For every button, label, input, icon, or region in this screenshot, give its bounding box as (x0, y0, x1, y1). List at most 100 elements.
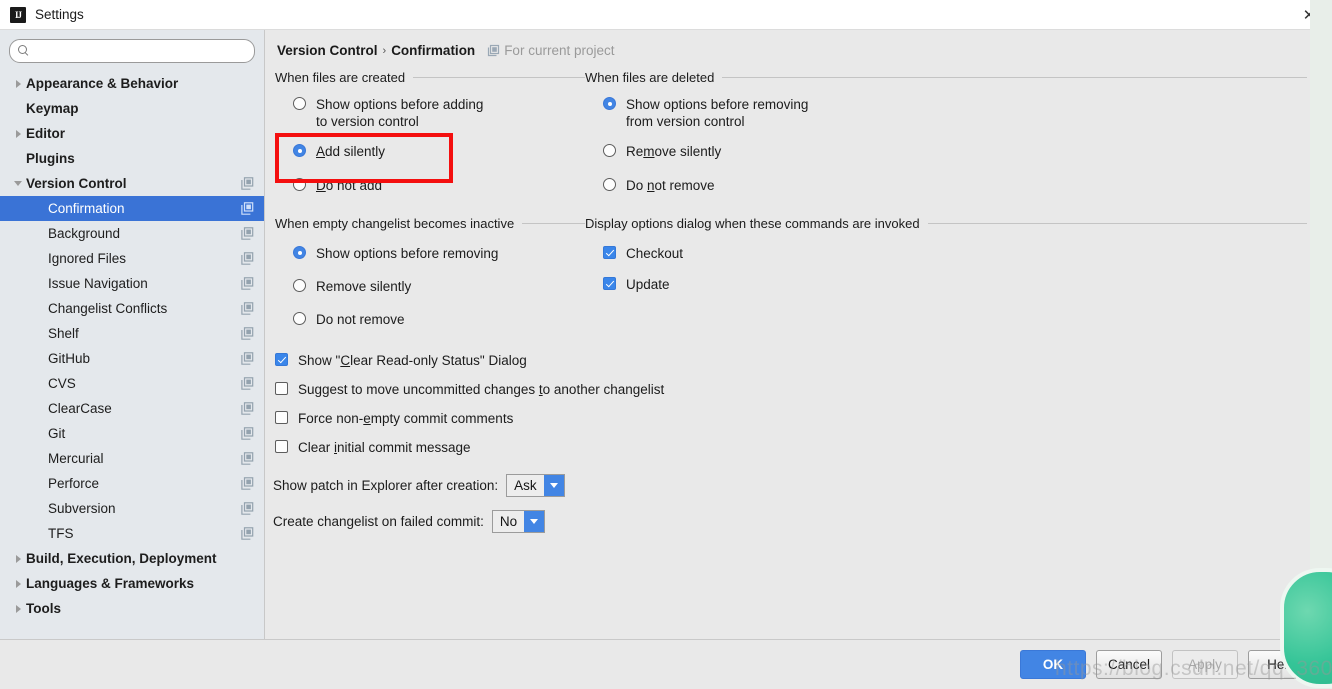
copy-settings-icon[interactable] (241, 177, 254, 190)
radio-indicator[interactable] (293, 97, 306, 110)
checkbox-update[interactable]: Update (603, 276, 1307, 293)
combo-value: Ask (507, 475, 544, 496)
sidebar-item-background[interactable]: Background (0, 221, 264, 246)
radio-do-not-remove-cl[interactable]: Do not remove (293, 311, 585, 328)
chevron-down-icon[interactable] (524, 511, 545, 532)
help-button[interactable]: Help (1248, 650, 1314, 679)
dialog-footer: OK Cancel Apply Help (0, 639, 1332, 689)
radio-indicator[interactable] (603, 178, 616, 191)
radio-remove-silently-cl[interactable]: Remove silently (293, 278, 585, 295)
ok-button[interactable]: OK (1020, 650, 1086, 679)
checkbox-indicator[interactable] (275, 411, 288, 424)
sidebar-item-version-control[interactable]: Version Control (0, 171, 264, 196)
sidebar-item-shelf[interactable]: Shelf (0, 321, 264, 346)
sidebar-item-github[interactable]: GitHub (0, 346, 264, 371)
apply-button[interactable]: Apply (1172, 650, 1238, 679)
copy-settings-icon[interactable] (241, 277, 254, 290)
copy-settings-icon[interactable] (241, 202, 254, 215)
checkbox-label: Checkout (626, 246, 684, 261)
sidebar-item-label: Languages & Frameworks (26, 576, 195, 591)
sidebar-item-perforce[interactable]: Perforce (0, 471, 264, 496)
copy-settings-icon[interactable] (241, 327, 254, 340)
sidebar-item-label: Subversion (48, 501, 116, 516)
sidebar-item-ignored-files[interactable]: Ignored Files (0, 246, 264, 271)
radio-show-options-before-removing-vcs[interactable]: Show options before removing from versio… (603, 96, 1307, 130)
combo-show-patch-in-explorer[interactable]: Ask (506, 474, 565, 497)
breadcrumb-leaf: Confirmation (391, 43, 476, 58)
copy-settings-icon[interactable] (241, 402, 254, 415)
sidebar-item-label: Mercurial (48, 451, 104, 466)
sidebar-item-editor[interactable]: Editor (0, 121, 264, 146)
checkbox-suggest-move-uncommitted-changes[interactable]: Suggest to move uncommitted changes to a… (275, 381, 1332, 398)
radio-indicator[interactable] (293, 178, 306, 191)
sidebar-item-build-execution-deployment[interactable]: Build, Execution, Deployment (0, 546, 264, 571)
sidebar-item-issue-navigation[interactable]: Issue Navigation (0, 271, 264, 296)
search-box[interactable] (9, 39, 255, 63)
radio-label: Show options before adding to version co… (316, 97, 484, 129)
sidebar-item-plugins[interactable]: Plugins (0, 146, 264, 171)
radio-remove-silently-vcs[interactable]: Remove silently (603, 143, 1307, 160)
radio-do-not-add[interactable]: Do not add (293, 177, 585, 194)
sidebar-item-label: Plugins (26, 151, 75, 166)
checkbox-indicator[interactable] (603, 246, 616, 259)
radio-indicator[interactable] (293, 312, 306, 325)
chevron-right-icon[interactable] (10, 130, 26, 138)
sidebar-item-label: Keymap (26, 101, 79, 116)
radio-label: Do not remove (316, 312, 405, 327)
copy-settings-icon[interactable] (241, 427, 254, 440)
radio-add-silently[interactable]: Add silently (293, 143, 585, 160)
combo-create-changelist-on-failed-commit[interactable]: No (491, 510, 546, 533)
copy-settings-icon[interactable] (241, 377, 254, 390)
sidebar-item-subversion[interactable]: Subversion (0, 496, 264, 521)
sidebar-item-tools[interactable]: Tools (0, 596, 264, 621)
radio-indicator[interactable] (603, 97, 616, 110)
checkbox-clear-initial-commit-message[interactable]: Clear initial commit message (275, 439, 1332, 456)
radio-indicator[interactable] (603, 144, 616, 157)
sidebar-item-cvs[interactable]: CVS (0, 371, 264, 396)
breadcrumb-root[interactable]: Version Control (277, 43, 378, 58)
close-icon[interactable]: ✕ (1286, 0, 1332, 29)
copy-settings-icon[interactable] (241, 452, 254, 465)
copy-settings-icon[interactable] (241, 502, 254, 515)
combo-row-show-patch: Show patch in Explorer after creation: A… (273, 474, 1332, 497)
sidebar-item-appearance-behavior[interactable]: Appearance & Behavior (0, 71, 264, 96)
radio-indicator[interactable] (293, 246, 306, 259)
copy-settings-icon[interactable] (241, 477, 254, 490)
chevron-right-icon[interactable] (10, 80, 26, 88)
checkbox-show-clear-readonly-status-dialog[interactable]: Show "Clear Read-only Status" Dialog (275, 352, 1332, 369)
search-input[interactable] (34, 43, 246, 59)
sidebar-item-languages-frameworks[interactable]: Languages & Frameworks (0, 571, 264, 596)
radio-show-options-before-removing-cl[interactable]: Show options before removing (293, 245, 585, 262)
copy-settings-icon[interactable] (241, 352, 254, 365)
chevron-down-icon[interactable] (10, 181, 26, 186)
copy-settings-icon[interactable] (241, 527, 254, 540)
copy-settings-icon[interactable] (241, 252, 254, 265)
cancel-button[interactable]: Cancel (1096, 650, 1162, 679)
radio-show-options-before-adding[interactable]: Show options before adding to version co… (293, 96, 585, 130)
copy-settings-icon[interactable] (241, 227, 254, 240)
sidebar-item-tfs[interactable]: TFS (0, 521, 264, 546)
chevron-right-icon[interactable] (10, 605, 26, 613)
checkbox-force-non-empty-commit-comments[interactable]: Force non-empty commit comments (275, 410, 1332, 427)
checkbox-indicator[interactable] (603, 277, 616, 290)
sidebar-item-mercurial[interactable]: Mercurial (0, 446, 264, 471)
sidebar-item-keymap[interactable]: Keymap (0, 96, 264, 121)
radio-indicator[interactable] (293, 279, 306, 292)
radio-do-not-remove-vcs[interactable]: Do not remove (603, 177, 1307, 194)
chevron-right-icon[interactable] (10, 580, 26, 588)
created-section-title: When files are created (275, 70, 585, 85)
radio-indicator[interactable] (293, 144, 306, 157)
sidebar-item-git[interactable]: Git (0, 421, 264, 446)
checkbox-indicator[interactable] (275, 440, 288, 453)
breadcrumb-separator: › (382, 44, 387, 57)
chevron-right-icon[interactable] (10, 555, 26, 563)
checkbox-indicator[interactable] (275, 353, 288, 366)
sidebar-item-changelist-conflicts[interactable]: Changelist Conflicts (0, 296, 264, 321)
sidebar-item-confirmation[interactable]: Confirmation (0, 196, 264, 221)
checkbox-checkout[interactable]: Checkout (603, 245, 1307, 262)
checkbox-indicator[interactable] (275, 382, 288, 395)
sidebar-item-clearcase[interactable]: ClearCase (0, 396, 264, 421)
section-rule (927, 223, 1307, 224)
copy-settings-icon[interactable] (241, 302, 254, 315)
chevron-down-icon[interactable] (543, 475, 564, 496)
